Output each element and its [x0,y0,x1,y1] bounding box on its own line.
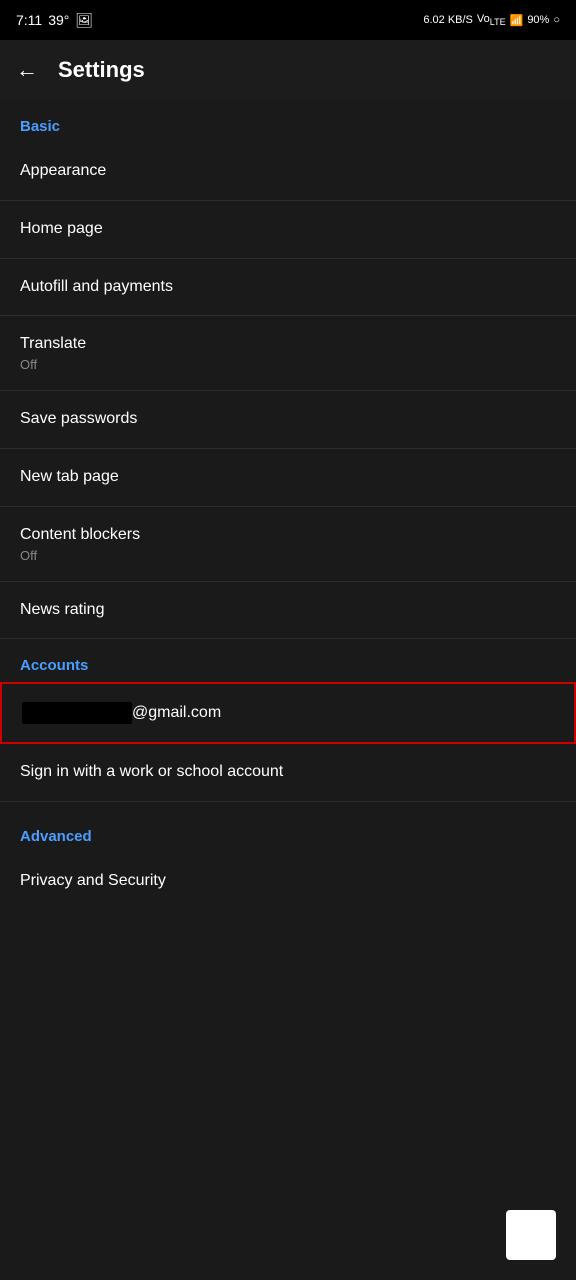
settings-item-title: News rating [20,600,556,621]
signal-bars-icon: 📶 [510,14,524,27]
back-button[interactable]: ← [16,57,38,83]
settings-item-title: Home page [20,219,556,240]
settings-content: Basic Appearance Home page Autofill and … [0,100,576,910]
settings-item-content-blockers[interactable]: Content blockers Off [0,507,576,582]
section-header-basic: Basic [0,100,576,143]
photo-icon: 🖼 [75,12,93,29]
settings-item-autofill[interactable]: Autofill and payments [0,259,576,317]
settings-item-title: Sign in with a work or school account [20,762,556,783]
app-header: ← Settings [0,40,576,100]
settings-item-title: Save passwords [20,409,556,430]
settings-item-title: New tab page [20,467,556,488]
account-email: @gmail.com [132,704,221,722]
page-title: Settings [58,57,145,83]
settings-item-news-rating[interactable]: News rating [0,582,576,640]
settings-item-title: Translate [20,334,556,355]
battery-text: 90% [527,14,549,26]
settings-item-gmail-account[interactable]: @gmail.com [0,682,576,744]
section-header-accounts: Accounts [0,639,576,682]
fab-button[interactable] [506,1210,556,1260]
settings-item-appearance[interactable]: Appearance [0,143,576,201]
settings-item-title: Privacy and Security [20,871,556,892]
settings-item-title: Appearance [20,161,556,182]
settings-item-save-passwords[interactable]: Save passwords [0,391,576,449]
battery-icon: ○ [553,14,560,26]
settings-item-subtitle: Off [20,357,556,372]
network-icon: VoLTE [477,13,506,27]
settings-item-subtitle: Off [20,548,556,563]
account-name-redacted [22,702,132,724]
time: 7:11 [16,12,42,28]
settings-item-translate[interactable]: Translate Off [0,316,576,391]
settings-item-title: Content blockers [20,525,556,546]
status-bar: 7:11 39° 🖼 6.02 KB/S VoLTE 📶 90% ○ [0,0,576,40]
settings-item-privacy-security[interactable]: Privacy and Security [0,853,576,910]
settings-item-new-tab[interactable]: New tab page [0,449,576,507]
status-left: 7:11 39° 🖼 [16,12,93,29]
temperature: 39° [48,12,69,28]
status-right: 6.02 KB/S VoLTE 📶 90% ○ [423,13,560,27]
data-speed: 6.02 KB/S [423,14,473,26]
settings-item-work-account[interactable]: Sign in with a work or school account [0,744,576,802]
settings-item-homepage[interactable]: Home page [0,201,576,259]
section-header-advanced: Advanced [0,810,576,853]
advanced-section: Advanced Privacy and Security [0,802,576,910]
account-item-content: @gmail.com [22,702,554,724]
settings-item-title: Autofill and payments [20,277,556,298]
